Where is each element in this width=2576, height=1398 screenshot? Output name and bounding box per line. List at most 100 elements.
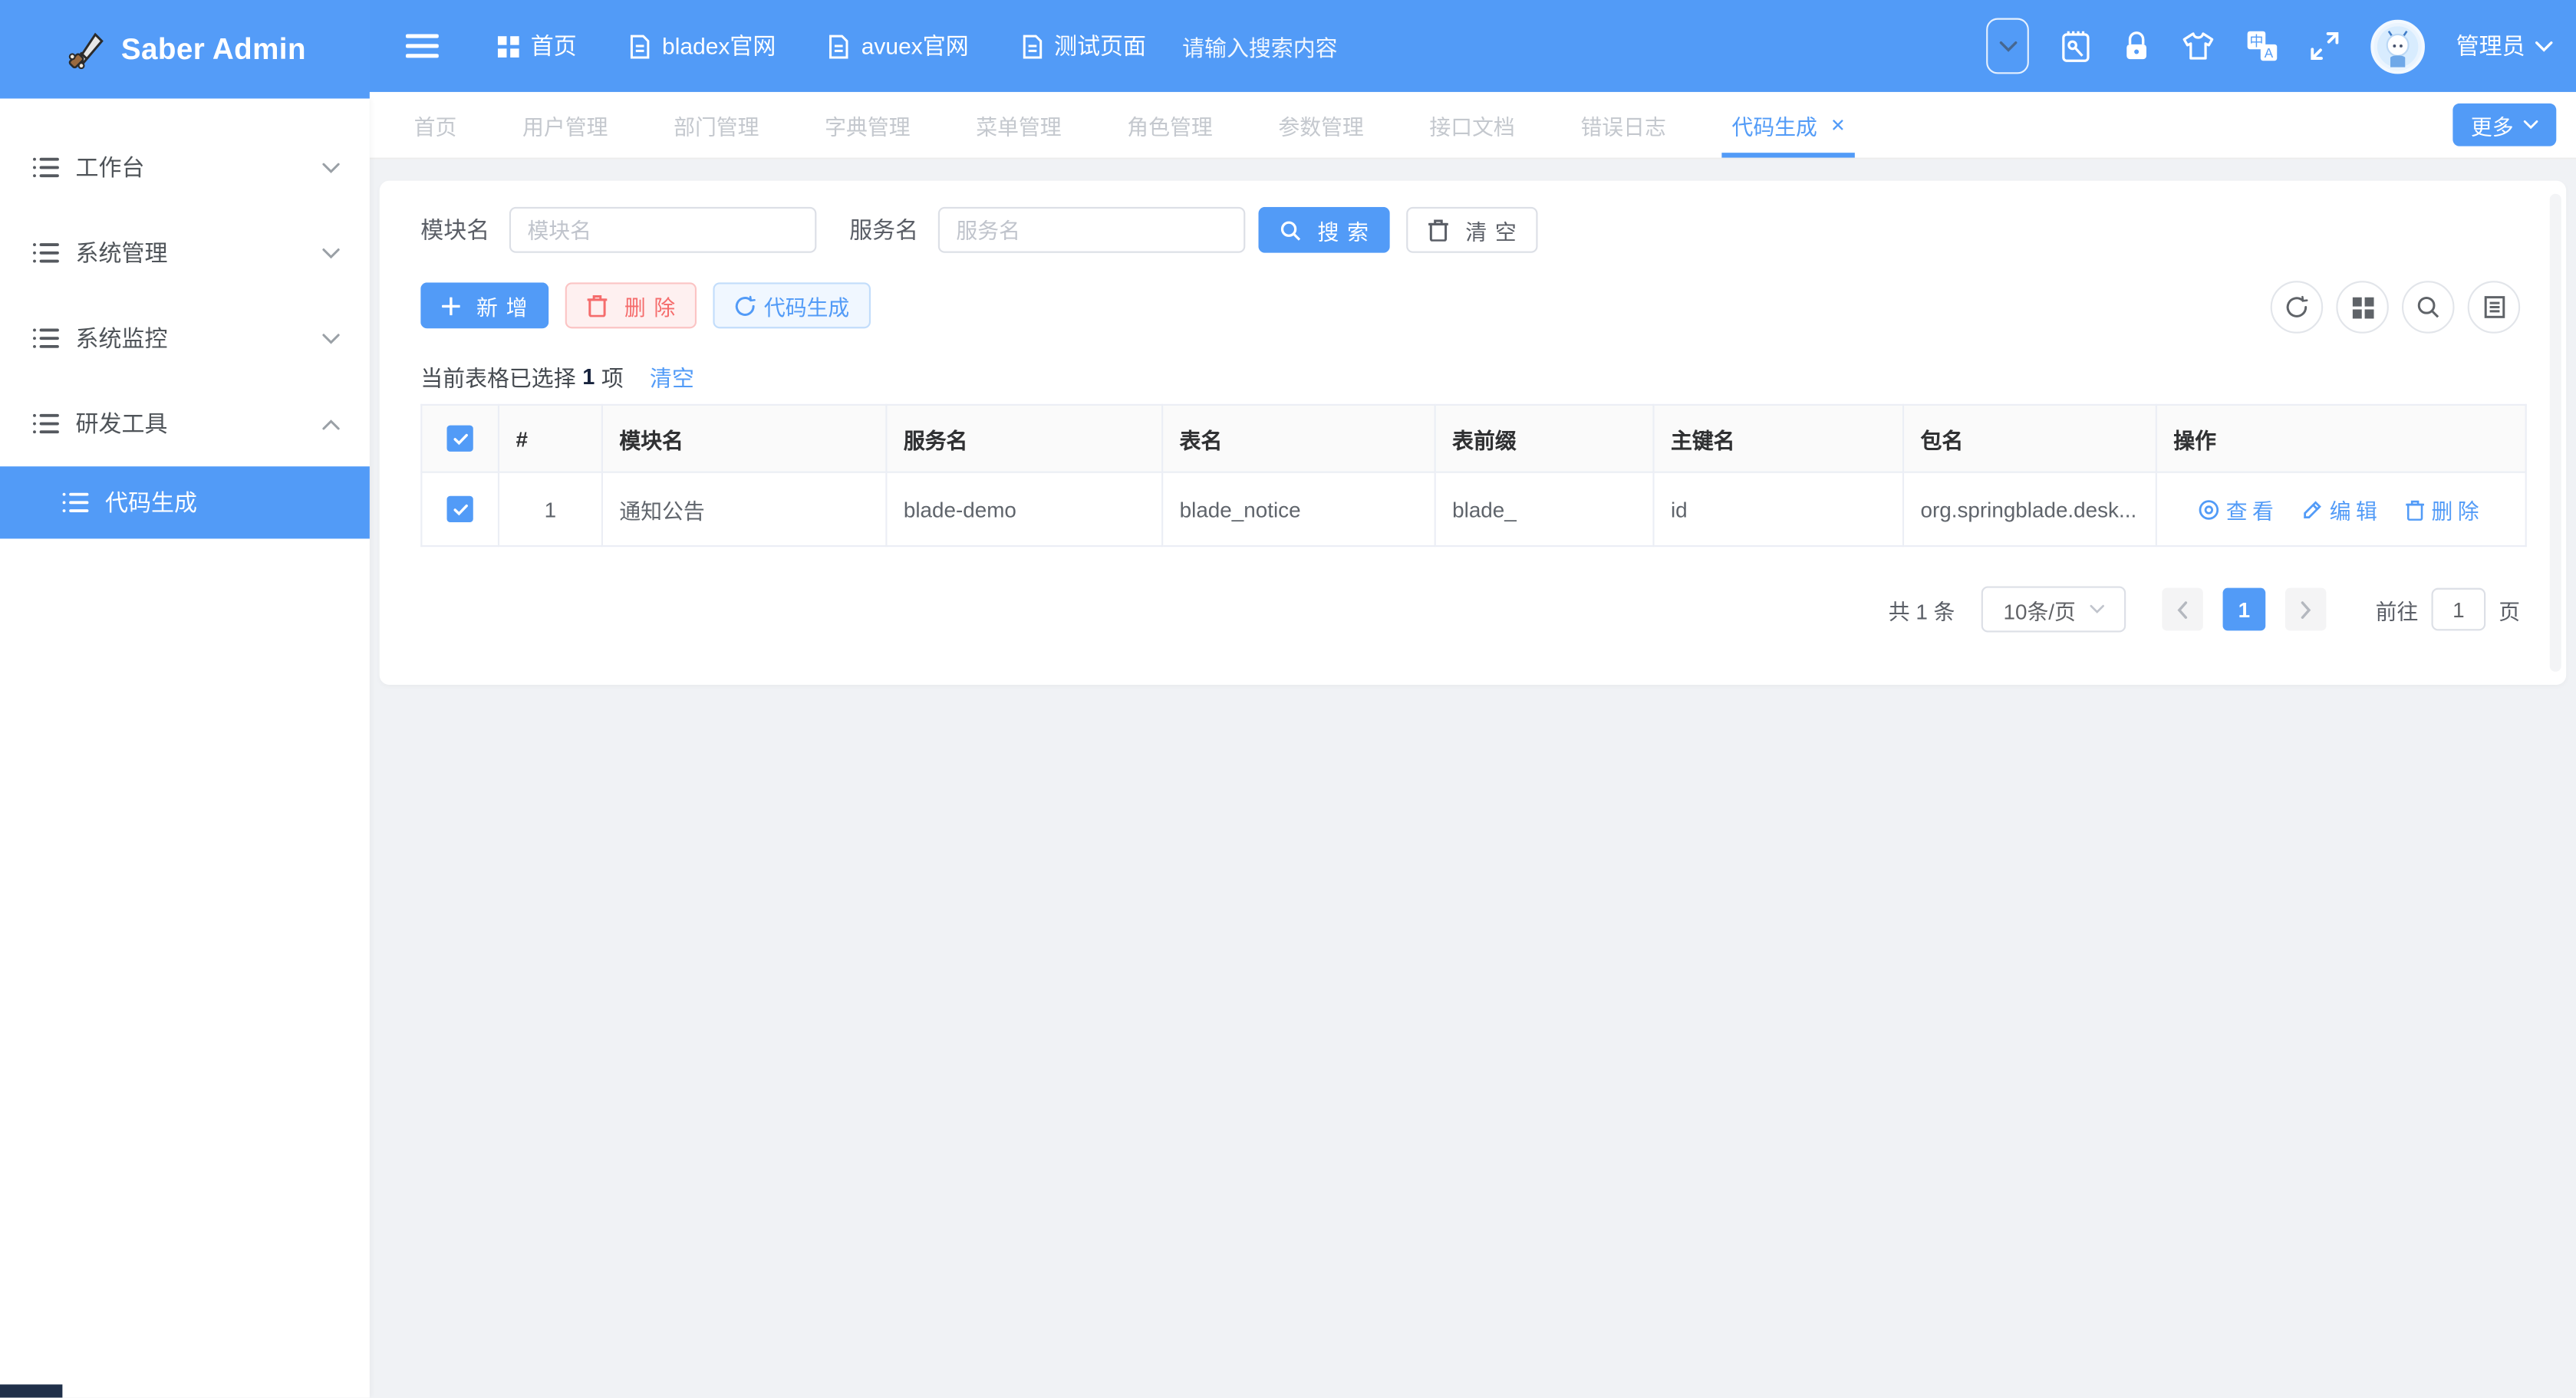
- module-name-input[interactable]: [509, 207, 816, 253]
- sidebar-item-label: 工作台: [76, 151, 322, 184]
- sidebar-item-system-monitor[interactable]: 系统监控: [0, 295, 370, 380]
- row-view-link[interactable]: 查看: [2198, 494, 2278, 525]
- row-edit-link[interactable]: 编辑: [2301, 494, 2382, 525]
- cell-module: 通知公告: [602, 472, 886, 546]
- goto-label: 前往: [2376, 594, 2419, 625]
- col-actions: 操作: [2156, 405, 2526, 472]
- more-tabs-button[interactable]: 更多: [2452, 104, 2556, 146]
- capture-dropdown-button[interactable]: [1986, 18, 2029, 74]
- top-nav-test-page[interactable]: 测试页面: [1021, 30, 1146, 63]
- fullscreen-icon[interactable]: [2310, 31, 2340, 61]
- lock-icon[interactable]: [2123, 30, 2150, 63]
- selection-text: 当前表格已选择: [420, 360, 575, 393]
- page-number-1[interactable]: 1: [2222, 588, 2265, 631]
- user-name: 管理员: [2456, 30, 2525, 63]
- sidebar-item-system-management[interactable]: 系统管理: [0, 210, 370, 295]
- selection-clear-link[interactable]: 清空: [650, 360, 694, 393]
- card-scrollbar[interactable]: [2550, 194, 2561, 672]
- language-translate-icon[interactable]: 中 A: [2246, 30, 2279, 63]
- cell-service: blade-demo: [886, 472, 1162, 546]
- top-nav-home[interactable]: 首页: [498, 30, 577, 63]
- col-package: 包名: [1903, 405, 2156, 472]
- topbar-actions: 中 A: [1986, 18, 2553, 74]
- col-module: 模块名: [602, 405, 886, 472]
- tab-param-management[interactable]: 参数管理: [1278, 92, 1363, 158]
- table-tools: [2271, 281, 2521, 334]
- sidebar-item-label: 系统管理: [76, 236, 322, 269]
- search-toggle-icon[interactable]: [2402, 281, 2455, 334]
- search-icon: [1280, 219, 1301, 241]
- content-card: 模块名 服务名 搜索: [380, 181, 2566, 685]
- top-nav-bladex[interactable]: bladex官网: [629, 30, 776, 63]
- service-name-input[interactable]: [938, 207, 1245, 253]
- row-checkbox[interactable]: [447, 496, 473, 522]
- top-nav: 首页 bladex官网 avuex官: [498, 30, 1146, 63]
- cell-prefix: blade_: [1435, 472, 1654, 546]
- document-icon: [1021, 34, 1043, 58]
- next-page-button[interactable]: [2285, 588, 2327, 631]
- selection-unit: 项: [601, 360, 624, 393]
- global-search-input[interactable]: 请输入搜索内容: [1182, 30, 1543, 63]
- pagination: 共 1 条 10条/页 1 前往 页: [420, 583, 2525, 636]
- trash-icon: [2405, 498, 2425, 520]
- list-view-icon[interactable]: [2468, 281, 2521, 334]
- debug-log-icon[interactable]: [2060, 28, 2092, 63]
- menu-list-icon: [62, 491, 88, 514]
- clear-button[interactable]: 清空: [1406, 207, 1537, 253]
- filter-row: 模块名 服务名 搜索: [420, 207, 2525, 253]
- plus-icon: [442, 297, 460, 315]
- row-delete-link[interactable]: 删除: [2405, 494, 2484, 525]
- top-nav-avuex[interactable]: avuex官网: [828, 30, 969, 63]
- table-row: 1 通知公告 blade-demo blade_notice blade_ id…: [421, 472, 2525, 546]
- app-window: Saber Admin 首页: [0, 0, 2576, 1397]
- prev-page-button[interactable]: [2162, 588, 2203, 631]
- tab-code-generation[interactable]: 代码生成 ✕: [1732, 92, 1846, 158]
- tab-api-docs[interactable]: 接口文档: [1429, 92, 1514, 158]
- menu-list-icon: [33, 327, 59, 350]
- refresh-icon: [734, 294, 756, 316]
- table-header-row: # 模块名 服务名 表名 表前缀 主键名 包名 操作: [421, 405, 2525, 472]
- tab-close-icon[interactable]: ✕: [1830, 114, 1846, 136]
- cell-pk: id: [1654, 472, 1904, 546]
- user-menu[interactable]: 管理员: [2456, 30, 2553, 63]
- topbar: 首页 bladex官网 avuex官: [0, 0, 2576, 92]
- top-nav-label: 首页: [531, 30, 577, 63]
- theme-shirt-icon[interactable]: [2182, 31, 2215, 61]
- tab-user-management[interactable]: 用户管理: [522, 92, 608, 158]
- select-all-checkbox[interactable]: [447, 426, 473, 452]
- column-settings-icon[interactable]: [2336, 281, 2389, 334]
- goto-page-input[interactable]: [2432, 588, 2486, 631]
- document-icon: [629, 34, 651, 58]
- pencil-icon: [2301, 498, 2323, 520]
- sidebar-item-code-generation[interactable]: 代码生成: [0, 466, 370, 538]
- sidebar-item-label: 系统监控: [76, 322, 322, 355]
- grid-icon: [498, 35, 519, 57]
- refresh-icon[interactable]: [2271, 281, 2324, 334]
- sidebar-item-dev-tools[interactable]: 研发工具: [0, 381, 370, 466]
- selection-info: 当前表格已选择 1 项 清空: [420, 364, 2525, 387]
- page-size-select[interactable]: 10条/页: [1981, 587, 2126, 633]
- menu-list-icon: [33, 242, 59, 265]
- menu-list-icon: [33, 156, 59, 179]
- sidebar-collapse-icon[interactable]: [406, 33, 439, 59]
- sidebar-item-label: 代码生成: [105, 486, 197, 519]
- tab-error-log[interactable]: 错误日志: [1580, 92, 1665, 158]
- tab-department-management[interactable]: 部门管理: [674, 92, 759, 158]
- brand-logo: Saber Admin: [0, 0, 370, 98]
- trash-icon: [587, 294, 608, 317]
- col-service: 服务名: [886, 405, 1162, 472]
- code-generate-button[interactable]: 代码生成: [713, 282, 871, 328]
- sword-icon: [64, 28, 107, 71]
- delete-button[interactable]: 删除: [565, 282, 697, 328]
- tab-dict-management[interactable]: 字典管理: [825, 92, 910, 158]
- sidebar: 工作台 系统管理: [0, 98, 370, 1397]
- tab-menu-management[interactable]: 菜单管理: [976, 92, 1061, 158]
- chevron-down-icon: [322, 333, 341, 344]
- search-button[interactable]: 搜索: [1258, 207, 1389, 253]
- add-button[interactable]: 新增: [420, 282, 548, 328]
- user-avatar[interactable]: [2370, 19, 2425, 74]
- sidebar-item-workbench[interactable]: 工作台: [0, 125, 370, 210]
- tab-role-management[interactable]: 角色管理: [1127, 92, 1212, 158]
- tab-home[interactable]: 首页: [414, 92, 457, 158]
- eye-icon: [2198, 498, 2219, 520]
